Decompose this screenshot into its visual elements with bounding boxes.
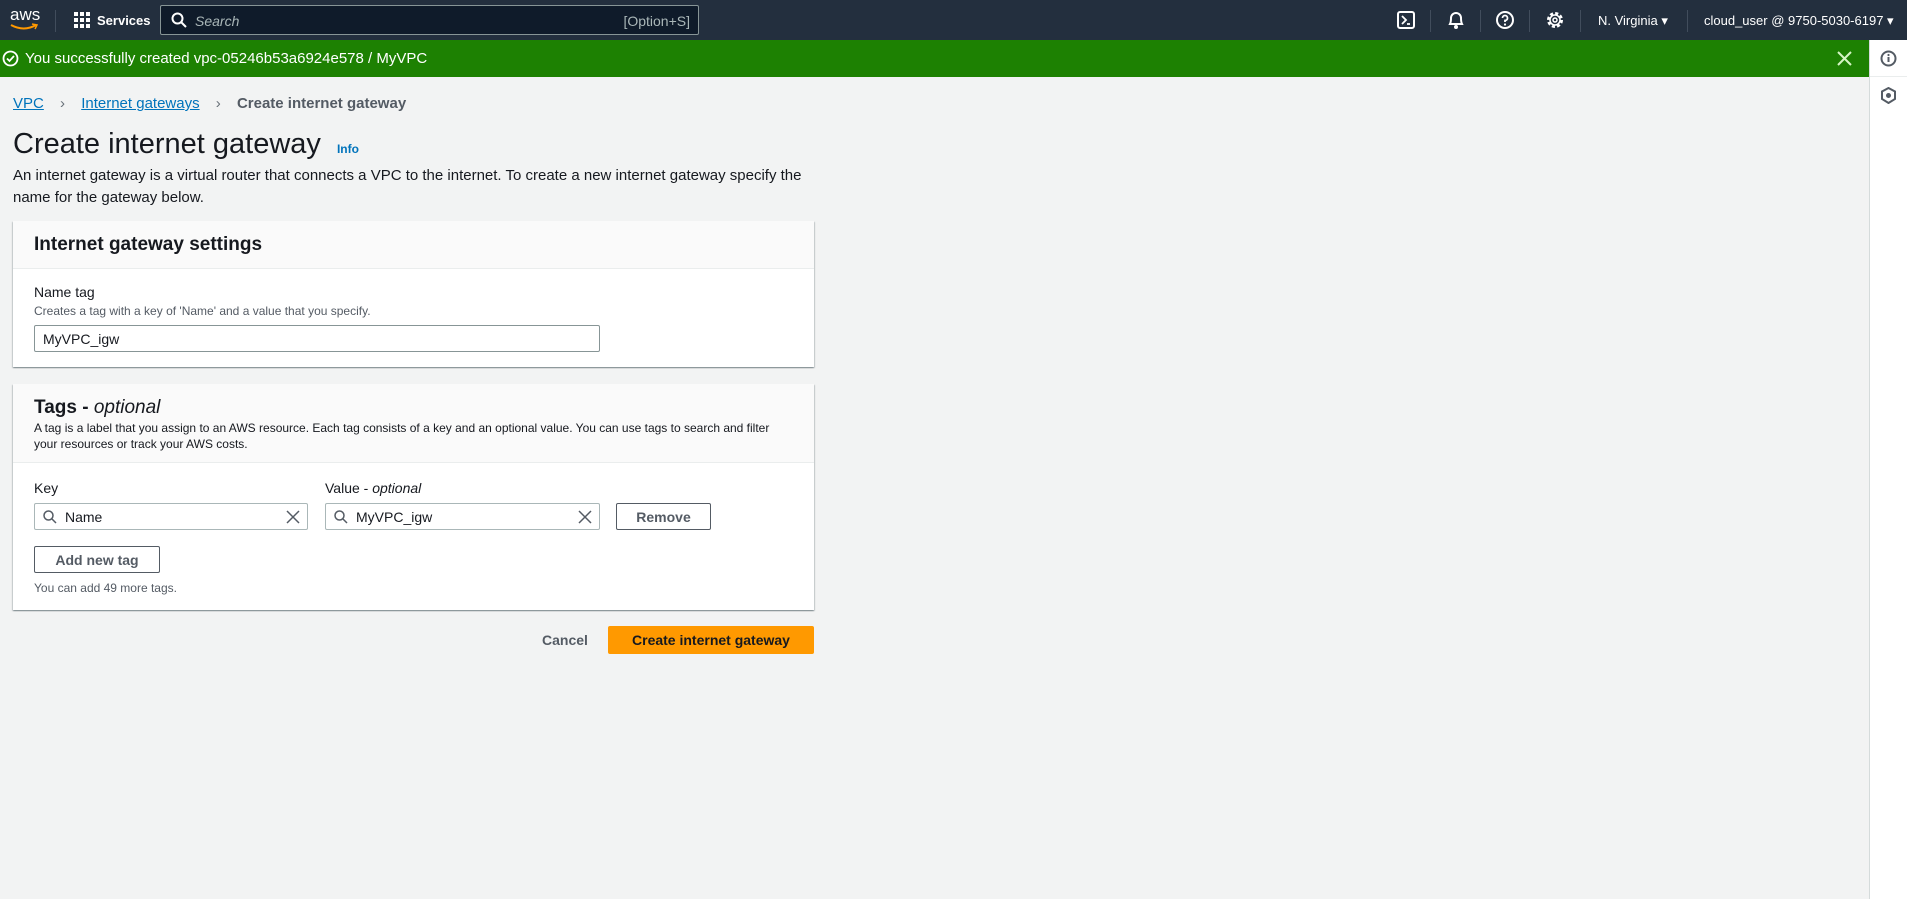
info-icon[interactable]: [1880, 50, 1897, 67]
aws-smile-icon: [10, 23, 38, 30]
tag-value-input[interactable]: MyVPC_igw: [325, 503, 600, 530]
success-flash-banner: You successfully created vpc-05246b53a69…: [0, 40, 1869, 77]
clear-icon[interactable]: [286, 510, 300, 524]
aws-logo[interactable]: aws: [10, 6, 40, 31]
search-icon: [334, 509, 348, 524]
help-icon[interactable]: [1496, 11, 1514, 29]
internet-gateway-settings-panel: Internet gateway settings Name tag Creat…: [13, 221, 814, 367]
panel-title: Internet gateway settings: [34, 234, 263, 255]
breadcrumb-vpc[interactable]: VPC: [13, 95, 44, 112]
tag-key-input[interactable]: Name: [34, 503, 308, 530]
remove-tag-button[interactable]: Remove: [616, 503, 711, 530]
key-label: Key: [34, 480, 59, 496]
right-tools-panel: [1869, 40, 1907, 899]
name-tag-input[interactable]: MyVPC_igw: [34, 325, 600, 352]
add-new-tag-button[interactable]: Add new tag: [34, 546, 160, 573]
region-selector[interactable]: N. Virginia ▾: [1598, 13, 1668, 29]
gear-icon[interactable]: [1546, 11, 1564, 29]
name-tag-label: Name tag: [34, 284, 95, 300]
terminal-icon[interactable]: [1397, 11, 1415, 29]
search-icon: [171, 12, 187, 28]
chevron-right-icon: ›: [215, 95, 221, 112]
tags-description: A tag is a label that you assign to an A…: [34, 421, 770, 451]
tags-panel: Tags - optional A tag is a label that yo…: [13, 384, 814, 610]
close-icon[interactable]: [1837, 51, 1852, 66]
account-menu[interactable]: cloud_user @ 9750-5030-6197 ▾: [1704, 13, 1894, 29]
page-title: Create internet gateway Info: [13, 128, 359, 160]
breadcrumb-internet-gateways[interactable]: Internet gateways: [81, 95, 199, 112]
chevron-right-icon: ›: [60, 95, 66, 112]
search-icon: [43, 509, 57, 524]
info-link[interactable]: Info: [337, 142, 359, 156]
breadcrumb-current: Create internet gateway: [236, 95, 407, 112]
page-description: An internet gateway is a virtual router …: [13, 167, 802, 206]
cancel-button[interactable]: Cancel: [542, 632, 588, 648]
feedback-icon[interactable]: [1880, 87, 1897, 104]
services-menu[interactable]: Services: [97, 13, 151, 28]
grid-icon[interactable]: [74, 12, 90, 28]
top-navigation: aws Services Search [Option+S] N. Virgin…: [0, 0, 1907, 40]
name-tag-description: Creates a tag with a key of 'Name' and a…: [34, 304, 371, 318]
search-input[interactable]: Search [Option+S]: [160, 5, 699, 35]
clear-icon[interactable]: [578, 510, 592, 524]
value-label: Value - optional: [325, 480, 422, 496]
success-check-icon: [2, 50, 19, 67]
tag-limit-text: You can add 49 more tags.: [34, 581, 177, 595]
breadcrumb: VPC › Internet gateways › Create interne…: [13, 95, 406, 112]
bell-icon[interactable]: [1447, 10, 1465, 30]
panel-title: Tags - optional: [34, 397, 161, 418]
create-internet-gateway-button[interactable]: Create internet gateway: [608, 626, 814, 654]
